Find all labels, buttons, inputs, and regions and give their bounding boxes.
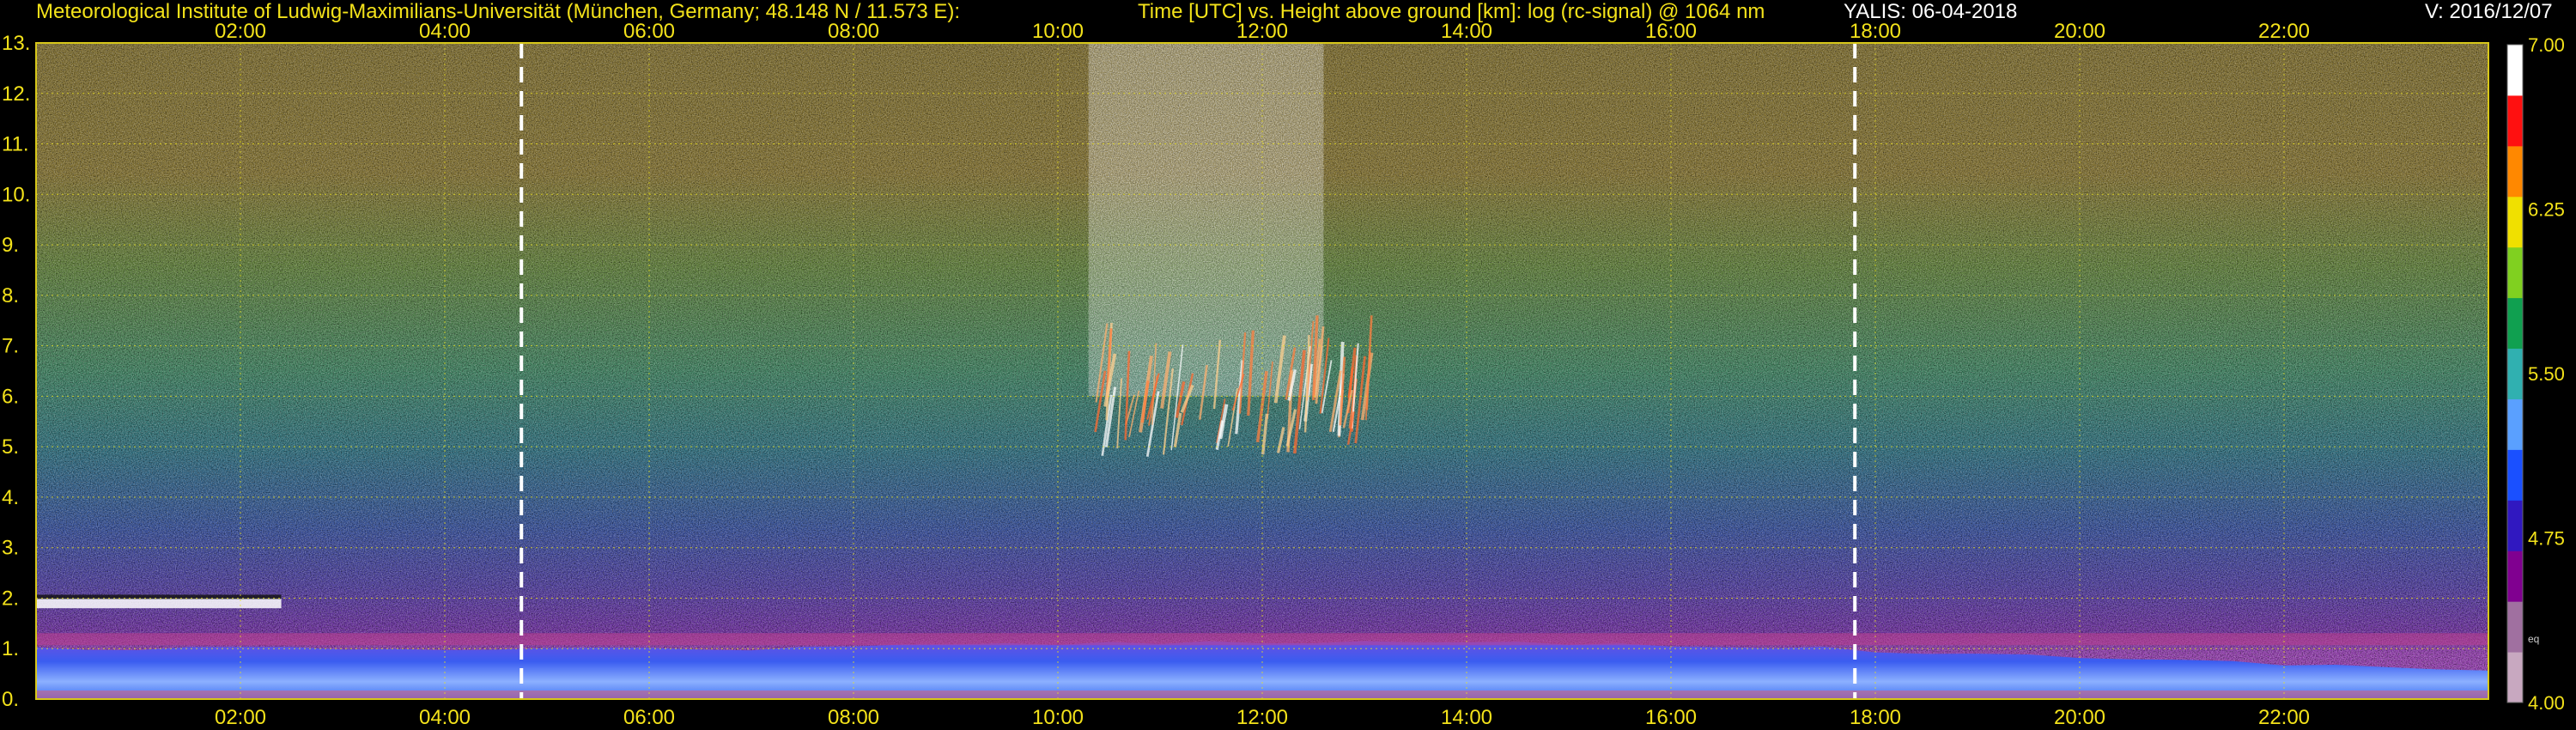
- x-tick-label-top: 22:00: [2258, 20, 2310, 43]
- y-tick-label: 0.: [2, 688, 19, 711]
- colorbar-segment: [2507, 500, 2523, 551]
- x-tick-label-bottom: 20:00: [2054, 706, 2105, 729]
- x-tick-label-bottom: 02:00: [215, 706, 266, 729]
- colorbar-tick-label: 5.50: [2528, 363, 2565, 385]
- version-label: V: 2016/12/07: [2425, 0, 2553, 23]
- chart-title: Time [UTC] vs. Height above ground [km]:…: [1138, 0, 1765, 23]
- x-tick-label-top: 10:00: [1032, 20, 1084, 43]
- colorbar-segment: [2507, 45, 2523, 96]
- y-tick-label: 4.: [2, 486, 19, 509]
- y-tick-label: 13.: [2, 32, 30, 55]
- y-tick-label: 12.: [2, 82, 30, 106]
- aerosol-layer-top: [36, 633, 2488, 646]
- lidar-chart: 7.006.255.504.754.00eq 02:0002:0004:0004…: [0, 0, 2576, 730]
- colorbar-segment: [2507, 652, 2523, 703]
- x-tick-label-bottom: 08:00: [828, 706, 879, 729]
- y-tick-label: 2.: [2, 587, 19, 610]
- y-tick-label: 5.: [2, 435, 19, 459]
- x-tick-label-bottom: 04:00: [419, 706, 471, 729]
- colorbar-segment: [2507, 601, 2523, 653]
- colorbar-note: eq: [2528, 633, 2539, 645]
- y-tick-label: 8.: [2, 284, 19, 307]
- colorbar-tick-label: 7.00: [2528, 34, 2565, 56]
- x-tick-label-bottom: 06:00: [623, 706, 675, 729]
- x-tick-label-bottom: 16:00: [1645, 706, 1697, 729]
- x-tick-label-bottom: 10:00: [1032, 706, 1084, 729]
- colorbar-tick-label: 4.00: [2528, 692, 2565, 714]
- low-cloud: [36, 598, 282, 609]
- y-tick-label: 11.: [2, 133, 29, 156]
- x-tick-label-bottom: 14:00: [1441, 706, 1492, 729]
- colorbar-segment: [2507, 551, 2523, 602]
- colorbar-tick-label: 4.75: [2528, 528, 2565, 550]
- colorbar-segment: [2507, 398, 2523, 450]
- colorbar-tick-label: 6.25: [2528, 199, 2565, 221]
- y-tick-label: 6.: [2, 385, 19, 408]
- x-tick-label-bottom: 18:00: [1850, 706, 1901, 729]
- colorbar-segment: [2507, 246, 2523, 299]
- colorbar-segment: [2507, 449, 2523, 501]
- y-tick-label: 10.: [2, 183, 30, 206]
- x-tick-label-bottom: 22:00: [2258, 706, 2310, 729]
- colorbar-segment: [2507, 348, 2523, 399]
- x-tick-label-top: 20:00: [2054, 20, 2105, 43]
- y-tick-label: 7.: [2, 335, 19, 358]
- colorbar-segment: [2507, 196, 2523, 248]
- colorbar-segment: [2507, 297, 2523, 350]
- y-tick-label: 9.: [2, 234, 19, 257]
- x-tick-label-bottom: 12:00: [1236, 706, 1288, 729]
- colorbar-segment: [2507, 145, 2523, 198]
- daylight-noise-speckle: [1088, 43, 1324, 397]
- plot-area: [35, 42, 2489, 700]
- institute-title: Meteorological Institute of Ludwig-Maxim…: [36, 0, 961, 23]
- instrument-date: YALIS: 06-04-2018: [1844, 0, 2018, 23]
- y-tick-label: 1.: [2, 637, 19, 660]
- y-tick-label: 3.: [2, 537, 19, 560]
- colorbar-segment: [2507, 94, 2523, 147]
